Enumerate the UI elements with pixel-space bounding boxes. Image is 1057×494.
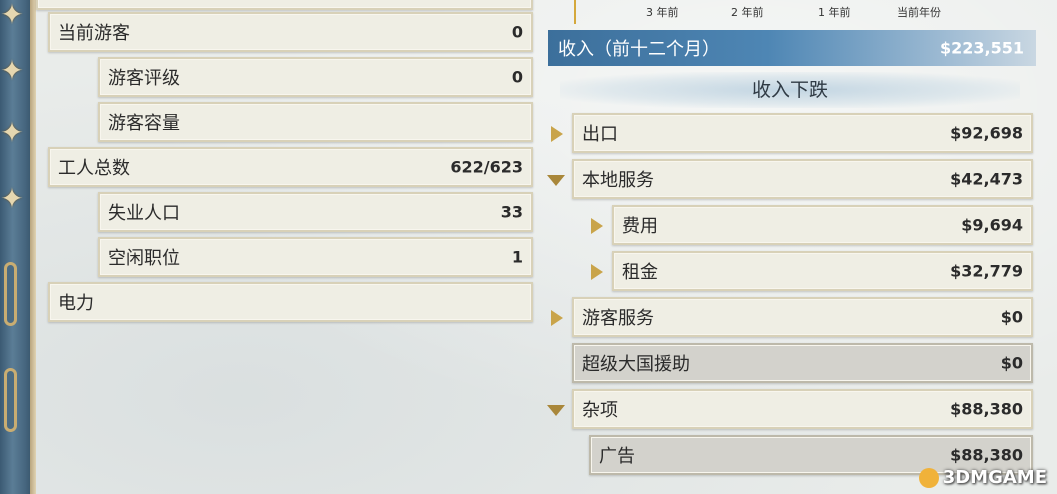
- stat-value: 0: [511, 22, 523, 42]
- stat-value: 0: [511, 67, 523, 87]
- axis-tick-label: 1 年前: [818, 6, 851, 19]
- binder-ring-icon: [4, 368, 17, 432]
- income-value: $88,380: [950, 445, 1023, 465]
- income-row-fees[interactable]: 费用 $9,694: [612, 205, 1033, 245]
- watermark-text: 3DMGAME: [942, 467, 1047, 488]
- star-ornament-icon: ✦: [0, 54, 24, 87]
- stat-row-total-workers[interactable]: 工人总数 622/623: [48, 147, 533, 187]
- stat-row-power[interactable]: 电力: [48, 282, 533, 322]
- income-row-rent[interactable]: 租金 $32,779: [612, 251, 1033, 291]
- income-row-local-services[interactable]: 本地服务 $42,473: [572, 159, 1033, 199]
- star-ornament-icon: ✦: [0, 116, 24, 149]
- axis-tick-label: 当前年份: [897, 6, 941, 19]
- stat-label: 游客容量: [108, 113, 180, 134]
- income-label: 本地服务: [582, 170, 654, 191]
- income-label: 杂项: [582, 400, 618, 421]
- star-ornament-icon: ✦: [0, 0, 24, 31]
- stat-row-visitor-rating[interactable]: 游客评级 0: [98, 57, 533, 97]
- expand-arrow-icon[interactable]: [591, 264, 603, 280]
- income-value: $88,380: [950, 399, 1023, 419]
- stat-row-vacant-jobs[interactable]: 空闲职位 1: [98, 237, 533, 277]
- expand-arrow-icon[interactable]: [551, 310, 563, 326]
- stat-label: 游客评级: [108, 68, 180, 89]
- stat-row-current-visitors[interactable]: 当前游客 0: [48, 12, 533, 52]
- income-label: 租金: [622, 262, 658, 283]
- stat-label: 工人总数: [58, 158, 130, 179]
- collapse-arrow-icon[interactable]: [547, 405, 565, 416]
- chart-axis-line: [574, 0, 576, 24]
- stat-row-visitor-capacity[interactable]: 游客容量: [98, 102, 533, 142]
- income-value: $32,779: [950, 261, 1023, 281]
- income-value: $0: [1000, 353, 1023, 373]
- site-watermark: 3DMGAME: [918, 467, 1047, 488]
- stat-label: 空闲职位: [108, 248, 180, 269]
- axis-tick-label: 2 年前: [731, 6, 764, 19]
- stat-label: 失业人口: [108, 203, 180, 224]
- axis-tick-label: 3 年前: [646, 6, 679, 19]
- income-value: $0: [1000, 307, 1023, 327]
- expand-arrow-icon[interactable]: [551, 126, 563, 142]
- income-label: 费用: [622, 216, 658, 237]
- left-frame: ✦ ✦ ✦ ✦: [0, 0, 36, 494]
- binder-ring-icon: [4, 262, 17, 326]
- income-breakdown-title: 收入下跌: [560, 72, 1020, 108]
- income-label: 游客服务: [582, 308, 654, 329]
- cropped-row: [36, 0, 533, 10]
- income-row-export[interactable]: 出口 $92,698: [572, 113, 1033, 153]
- income-row-tourism-services[interactable]: 游客服务 $0: [572, 297, 1033, 337]
- income-total-value: $223,551: [939, 38, 1024, 58]
- income-row-superpower-aid[interactable]: 超级大国援助 $0: [572, 343, 1033, 383]
- watermark-logo-icon: [918, 468, 939, 488]
- income-total-banner: 收入（前十二个月） $223,551: [548, 30, 1036, 66]
- income-value: $92,698: [950, 123, 1023, 143]
- stat-value: 622/623: [450, 157, 523, 177]
- income-label: 出口: [582, 124, 618, 145]
- star-ornament-icon: ✦: [0, 182, 24, 215]
- collapse-arrow-icon[interactable]: [547, 175, 565, 186]
- income-total-label: 收入（前十二个月）: [558, 39, 720, 60]
- stat-label: 当前游客: [58, 23, 130, 44]
- income-value: $42,473: [950, 169, 1023, 189]
- expand-arrow-icon[interactable]: [591, 218, 603, 234]
- income-row-misc[interactable]: 杂项 $88,380: [572, 389, 1033, 429]
- stat-label: 电力: [58, 293, 94, 314]
- income-label: 广告: [599, 446, 635, 467]
- income-label: 超级大国援助: [582, 354, 690, 375]
- stat-value: 1: [511, 247, 523, 267]
- stat-row-unemployed[interactable]: 失业人口 33: [98, 192, 533, 232]
- income-value: $9,694: [961, 215, 1023, 235]
- stat-value: 33: [500, 202, 523, 222]
